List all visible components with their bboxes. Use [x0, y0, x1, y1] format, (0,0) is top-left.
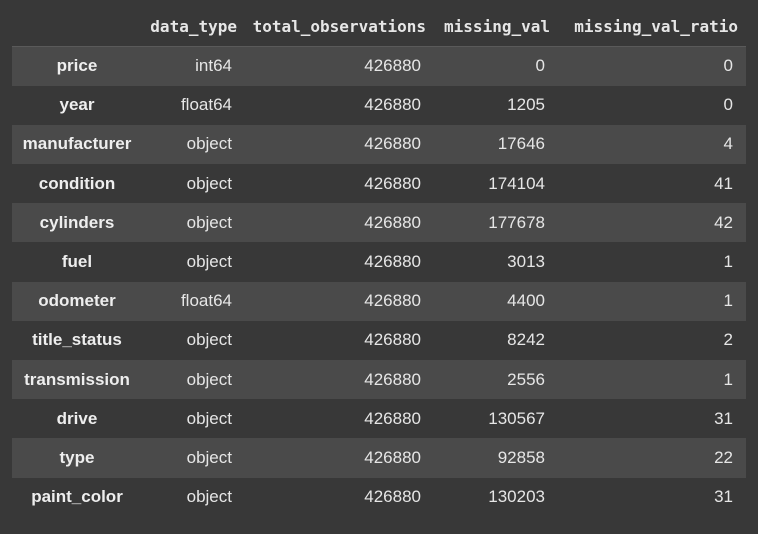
cell-missing-val-ratio: 0: [723, 56, 733, 76]
table-row: condition object 426880 174104 41: [12, 164, 746, 204]
row-index-label: odometer: [38, 291, 116, 311]
cell-missing-val: 3013: [507, 252, 545, 272]
row-index-label: cylinders: [39, 212, 115, 232]
cell-missing-val: 1205: [507, 95, 545, 115]
table-row: drive object 426880 130567 31: [12, 399, 746, 439]
cell-missing-val-ratio: 1: [723, 252, 733, 272]
cell-total-observations: 426880: [364, 408, 421, 428]
cell-missing-val-ratio: 0: [723, 95, 733, 115]
row-index-label: manufacturer: [22, 134, 132, 154]
table-row: manufacturer object 426880 17646 4: [12, 124, 746, 165]
table-body: price int64 426880 0 0 year float64 426880 1205 0…: [12, 46, 746, 517]
cell-missing-val: 0: [535, 56, 545, 76]
cell-missing-val-ratio: 31: [714, 487, 733, 507]
cell-missing-val-ratio: 22: [714, 447, 733, 467]
table-row: transmission object 426880 2556 1: [12, 360, 746, 400]
cell-data-type: object: [186, 134, 232, 154]
cell-missing-val: 177678: [488, 212, 545, 232]
cell-data-type: object: [186, 408, 232, 428]
cell-missing-val-ratio: 2: [723, 330, 733, 350]
header-row: data_type total_observations missing_val…: [12, 6, 746, 47]
cell-missing-val: 4400: [507, 291, 545, 311]
cell-missing-val: 2556: [507, 369, 545, 389]
cell-total-observations: 426880: [364, 134, 421, 154]
cell-data-type: object: [186, 330, 232, 350]
cell-missing-val: 174104: [488, 173, 545, 193]
table-row: paint_color object 426880 130203 31: [12, 477, 746, 517]
column-header: data_type: [142, 6, 245, 47]
cell-missing-val: 130567: [488, 408, 545, 428]
cell-total-observations: 426880: [364, 173, 421, 193]
row-index-label: condition: [38, 173, 116, 193]
row-index-label: type: [59, 447, 95, 467]
cell-missing-val: 130203: [488, 487, 545, 507]
cell-data-type: float64: [180, 95, 232, 115]
cell-missing-val: 92858: [497, 447, 545, 467]
cell-data-type: object: [186, 487, 232, 507]
row-index-label: transmission: [24, 369, 130, 389]
cell-missing-val: 17646: [497, 134, 545, 154]
table-row: year float64 426880 1205 0: [12, 85, 746, 125]
table-row: title_status object 426880 8242 2: [12, 320, 746, 360]
table-row: price int64 426880 0 0: [12, 46, 746, 86]
cell-total-observations: 426880: [364, 56, 421, 76]
cell-missing-val-ratio: 41: [714, 173, 733, 193]
cell-data-type: object: [186, 212, 232, 232]
row-index-label: title_status: [32, 330, 122, 350]
cell-total-observations: 426880: [364, 252, 421, 272]
table-row: cylinders object 426880 177678 42: [12, 203, 746, 243]
row-index-label: year: [59, 95, 95, 115]
row-index-label: fuel: [61, 252, 93, 272]
cell-missing-val-ratio: 1: [723, 369, 733, 389]
table-row: type object 426880 92858 22: [12, 438, 746, 478]
cell-missing-val: 8242: [507, 330, 545, 350]
cell-data-type: object: [186, 252, 232, 272]
column-header: total_observations: [245, 6, 434, 47]
row-index-label: paint_color: [31, 487, 123, 507]
cell-data-type: object: [186, 369, 232, 389]
row-index-label: drive: [56, 408, 98, 428]
cell-data-type: int64: [195, 56, 232, 76]
table-row: odometer float64 426880 4400 1: [12, 281, 746, 321]
cell-total-observations: 426880: [364, 447, 421, 467]
cell-total-observations: 426880: [364, 330, 421, 350]
cell-data-type: object: [186, 447, 232, 467]
cell-missing-val-ratio: 4: [723, 134, 733, 154]
table-header: data_type total_observations missing_val…: [12, 6, 746, 47]
cell-total-observations: 426880: [364, 487, 421, 507]
cell-data-type: float64: [180, 291, 232, 311]
cell-missing-val-ratio: 31: [714, 408, 733, 428]
cell-total-observations: 426880: [364, 369, 421, 389]
cell-total-observations: 426880: [364, 212, 421, 232]
cell-missing-val-ratio: 42: [714, 212, 733, 232]
index-header: [12, 6, 142, 47]
table-row: fuel object 426880 3013 1: [12, 242, 746, 282]
column-header: missing_val_ratio: [558, 6, 746, 47]
cell-total-observations: 426880: [364, 291, 421, 311]
dataframe-output: data_type total_observations missing_val…: [12, 6, 746, 517]
cell-missing-val-ratio: 1: [723, 291, 733, 311]
cell-total-observations: 426880: [364, 95, 421, 115]
column-header: missing_val: [434, 6, 558, 47]
cell-data-type: object: [186, 173, 232, 193]
row-index-label: price: [56, 56, 98, 76]
missing-values-table: data_type total_observations missing_val…: [12, 6, 746, 517]
